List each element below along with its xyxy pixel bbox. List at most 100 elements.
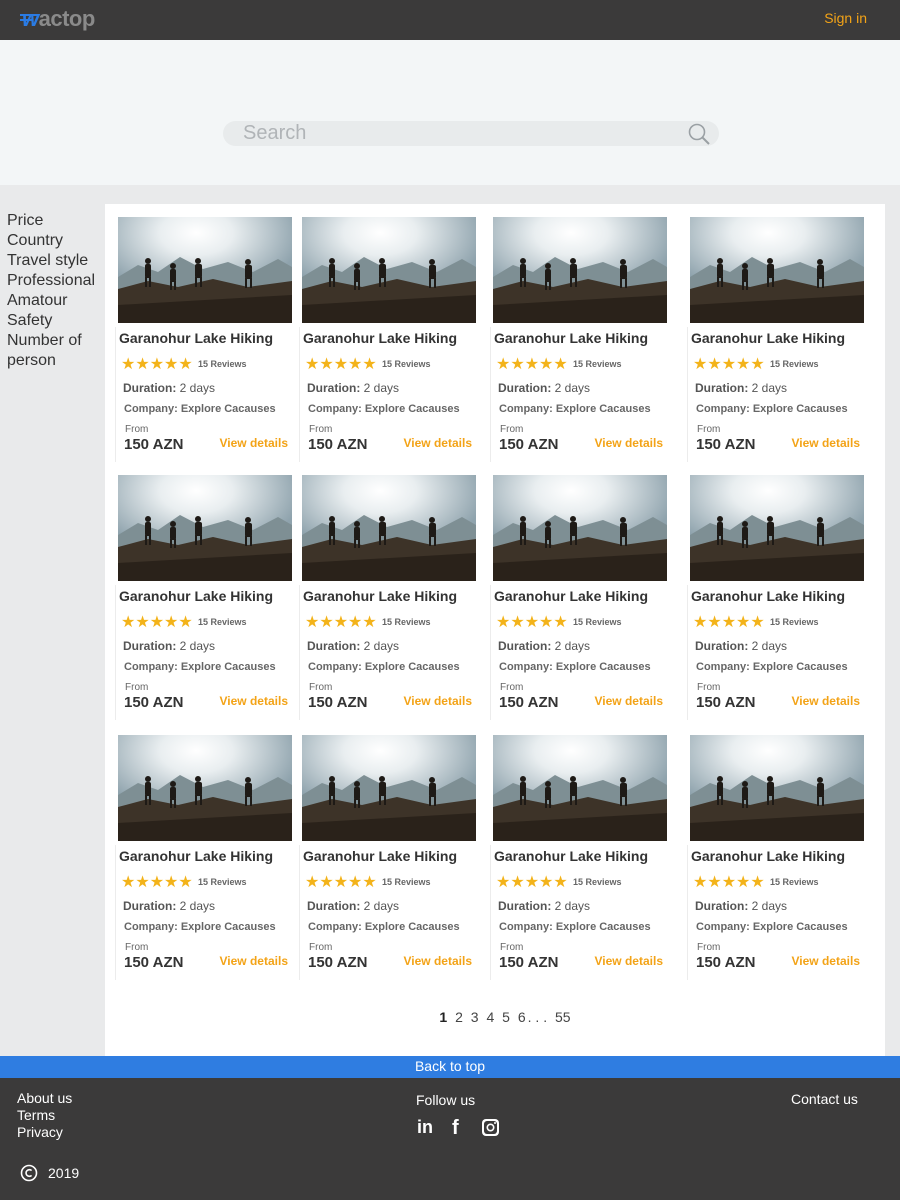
star-icon: ★ — [164, 874, 179, 891]
view-details-link[interactable]: View details — [220, 954, 288, 968]
star-icon: ★ — [319, 356, 334, 373]
tour-company: Company: Explore Cacauses — [696, 403, 848, 415]
tour-title[interactable]: Garanohur Lake Hiking — [691, 848, 845, 864]
tour-duration: Duration: 2 days — [498, 381, 590, 395]
back-to-top-bar[interactable]: Back to top — [0, 1056, 900, 1078]
tour-photo[interactable] — [118, 475, 292, 581]
view-details-link[interactable]: View details — [792, 954, 860, 968]
tour-title[interactable]: Garanohur Lake Hiking — [119, 330, 273, 346]
page-link[interactable]: 4 — [486, 1009, 494, 1025]
view-details-link[interactable]: View details — [404, 694, 472, 708]
tour-title[interactable]: Garanohur Lake Hiking — [691, 330, 845, 346]
tour-title[interactable]: Garanohur Lake Hiking — [494, 848, 648, 864]
filter-safety[interactable]: Safety — [7, 311, 105, 331]
tour-photo[interactable] — [690, 475, 864, 581]
tour-company: Company: Explore Cacauses — [696, 921, 848, 933]
star-icon: ★ — [164, 614, 179, 631]
view-details-link[interactable]: View details — [792, 436, 860, 450]
social-icons: in f — [416, 1116, 502, 1139]
tour-card[interactable]: Garanohur Lake Hiking ★★★★★ 15 Reviews D… — [115, 217, 292, 467]
page-link[interactable]: 5 — [502, 1009, 510, 1025]
tour-photo[interactable] — [302, 475, 476, 581]
tour-photo[interactable] — [493, 735, 667, 841]
duration-value: 2 days — [751, 639, 788, 653]
view-details-link[interactable]: View details — [792, 694, 860, 708]
tour-card[interactable]: Garanohur Lake Hiking ★★★★★ 15 Reviews D… — [490, 475, 667, 725]
facebook-icon[interactable]: f — [448, 1116, 470, 1139]
filter-price[interactable]: Price — [7, 211, 105, 231]
logo[interactable]: wactop — [22, 6, 95, 32]
tour-photo[interactable] — [690, 217, 864, 323]
tour-photo[interactable] — [302, 217, 476, 323]
view-details-link[interactable]: View details — [220, 694, 288, 708]
filter-number-of-person[interactable]: Number of person — [7, 331, 105, 371]
instagram-icon[interactable] — [480, 1116, 502, 1138]
tour-photo[interactable] — [493, 217, 667, 323]
tour-photo[interactable] — [302, 735, 476, 841]
view-details-link[interactable]: View details — [595, 954, 663, 968]
tour-title[interactable]: Garanohur Lake Hiking — [303, 330, 457, 346]
tour-photo[interactable] — [493, 475, 667, 581]
star-icon: ★ — [721, 614, 737, 631]
tour-photo[interactable] — [118, 735, 292, 841]
search-placeholder: Search — [243, 122, 307, 144]
logo-mark: w — [22, 6, 39, 31]
from-label: From — [697, 942, 721, 953]
page-last[interactable]: 55 — [555, 1009, 571, 1025]
tour-title[interactable]: Garanohur Lake Hiking — [494, 588, 648, 604]
star-icon: ★ — [333, 614, 349, 631]
review-count: 15 Reviews — [198, 877, 247, 887]
from-label: From — [125, 942, 149, 953]
duration-value: 2 days — [554, 381, 591, 395]
tour-title[interactable]: Garanohur Lake Hiking — [494, 330, 648, 346]
tour-card[interactable]: Garanohur Lake Hiking ★★★★★ 15 Reviews D… — [490, 735, 667, 985]
view-details-link[interactable]: View details — [220, 436, 288, 450]
star-icon: ★ — [524, 356, 540, 373]
view-details-link[interactable]: View details — [404, 436, 472, 450]
terms-link[interactable]: Terms — [17, 1107, 72, 1124]
tour-title[interactable]: Garanohur Lake Hiking — [303, 588, 457, 604]
contact-us-link[interactable]: Contact us — [791, 1091, 858, 1107]
tour-card[interactable]: Garanohur Lake Hiking ★★★★★ 15 Reviews D… — [687, 735, 864, 985]
tour-card[interactable]: Garanohur Lake Hiking ★★★★★ 15 Reviews D… — [299, 217, 476, 467]
star-icon: ★ — [333, 356, 349, 373]
tour-card[interactable]: Garanohur Lake Hiking ★★★★★ 15 Reviews D… — [115, 735, 292, 985]
star-icon: ★ — [510, 356, 525, 373]
tour-card[interactable]: Garanohur Lake Hiking ★★★★★ 15 Reviews D… — [299, 475, 476, 725]
star-icon: ★ — [149, 614, 165, 631]
page-current[interactable]: 1 — [439, 1009, 447, 1025]
star-icon: ★ — [736, 356, 751, 373]
search-input[interactable]: Search — [223, 121, 719, 146]
view-details-link[interactable]: View details — [595, 694, 663, 708]
about-us-link[interactable]: About us — [17, 1090, 72, 1107]
tour-card[interactable]: Garanohur Lake Hiking ★★★★★ 15 Reviews D… — [490, 217, 667, 467]
tour-photo[interactable] — [690, 735, 864, 841]
sign-in-link[interactable]: Sign in — [824, 10, 867, 26]
view-details-link[interactable]: View details — [595, 436, 663, 450]
tour-card[interactable]: Garanohur Lake Hiking ★★★★★ 15 Reviews D… — [687, 475, 864, 725]
star-icon: ★ — [348, 356, 363, 373]
star-icon: ★ — [121, 874, 136, 891]
tour-price: 150 AZN — [308, 694, 368, 711]
tour-title[interactable]: Garanohur Lake Hiking — [119, 848, 273, 864]
tour-card[interactable]: Garanohur Lake Hiking ★★★★★ 15 Reviews D… — [687, 217, 864, 467]
page-link[interactable]: 2 — [455, 1009, 463, 1025]
filter-amatour[interactable]: Amatour — [7, 291, 105, 311]
linkedin-icon[interactable]: in — [416, 1116, 438, 1138]
tour-title[interactable]: Garanohur Lake Hiking — [691, 588, 845, 604]
filter-professional[interactable]: Professional — [7, 271, 105, 291]
view-details-link[interactable]: View details — [404, 954, 472, 968]
tour-card[interactable]: Garanohur Lake Hiking ★★★★★ 15 Reviews D… — [299, 735, 476, 985]
tour-title[interactable]: Garanohur Lake Hiking — [119, 588, 273, 604]
filter-travel-style[interactable]: Travel style — [7, 251, 105, 271]
tour-card[interactable]: Garanohur Lake Hiking ★★★★★ 15 Reviews D… — [115, 475, 292, 725]
filter-country[interactable]: Country — [7, 231, 105, 251]
duration-label: Duration: — [123, 899, 177, 913]
tour-title[interactable]: Garanohur Lake Hiking — [303, 848, 457, 864]
tour-price: 150 AZN — [696, 954, 756, 971]
search-icon[interactable] — [687, 122, 711, 146]
duration-label: Duration: — [695, 899, 749, 913]
page-link[interactable]: 3 — [471, 1009, 479, 1025]
privacy-link[interactable]: Privacy — [17, 1124, 72, 1141]
tour-photo[interactable] — [118, 217, 292, 323]
